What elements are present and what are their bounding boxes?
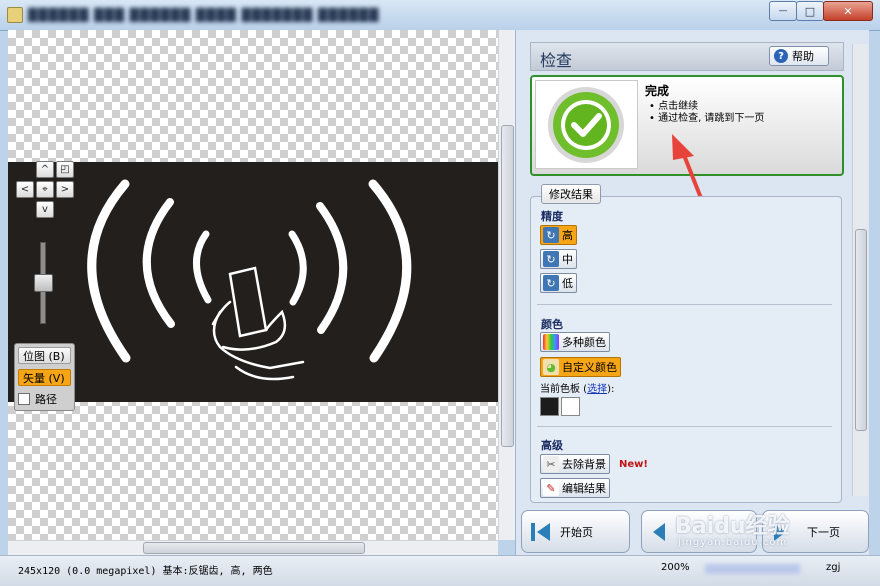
rainbow-icon [543,334,559,350]
checkmark-icon [548,87,624,163]
maximize-icon: □ [804,4,816,18]
vector-mode-label: 矢量 (V) [23,371,65,385]
path-label: 路径 [35,393,57,406]
image-canvas[interactable]: ^ ◰ < ⌖ > v 位图 (B) 矢量 (V) 路径 [8,30,498,540]
minimize-icon: — [778,6,788,16]
previous-icon [653,523,665,541]
first-page-icon [531,523,550,541]
canvas-horizontal-scrollbar[interactable] [8,540,498,555]
arrow-down-icon: v [42,204,48,215]
precision-low-button[interactable]: ↻ 低 [540,273,577,293]
status-zoom: 200% [661,562,690,573]
pencil-icon: ✎ [543,480,559,496]
palette-icon: ◕ [543,359,559,375]
refresh-icon: ↻ [543,275,559,291]
minimize-button[interactable]: — [769,1,797,21]
nfc-signal-icon [87,179,412,381]
close-icon: ✕ [843,4,853,18]
panel-scrollbar[interactable] [852,44,868,496]
maximize-button[interactable]: □ [796,1,824,21]
pan-left-button[interactable]: < [16,181,34,198]
precision-medium-button[interactable]: ↻ 中 [540,249,577,269]
title-bar: ██████ ███ ██████ ████ ███████ ██████ — … [0,0,880,31]
multi-color-button[interactable]: 多种颜色 [540,332,610,352]
section-divider [537,426,832,427]
eraser-icon: ✂ [543,456,559,472]
remove-background-label: 去除背景 [562,458,606,471]
pan-right-button[interactable]: > [56,181,74,198]
precision-heading: 精度 [541,210,563,223]
next-page-label: 下一页 [807,526,840,539]
color-heading: 颜色 [541,318,563,331]
precision-high-label: 高 [562,229,573,242]
check-image [535,80,638,169]
custom-color-button[interactable]: ◕ 自定义颜色 [540,357,621,377]
path-checkbox[interactable] [18,393,30,405]
status-redacted [705,564,800,574]
current-palette-row: 当前色板 (选择): [540,380,614,395]
palette-select-link[interactable]: 选择 [587,384,607,395]
fit-view-button[interactable]: ⌖ [36,181,54,198]
palette-prefix: 当前色板 ( [540,384,588,395]
canvas-horizontal-scroll-thumb[interactable] [143,542,365,554]
canvas-vertical-scroll-thumb[interactable] [501,125,514,447]
path-toggle[interactable]: 路径 [18,391,57,407]
edit-result-label: 编辑结果 [562,482,606,495]
arrow-left-icon: < [20,184,30,195]
view-mode-panel: 位图 (B) 矢量 (V) 路径 [14,343,75,411]
done-bullet-text: 通过检查, 请跳到下一页 [658,113,765,124]
app-icon [7,7,23,23]
new-badge: New! [619,459,648,470]
arrow-up-icon: ^ [40,164,50,175]
section-divider [537,304,832,305]
color-swatch-white[interactable] [561,397,580,416]
bitmap-mode-label: 位图 (B) [23,349,65,363]
bitmap-mode-button[interactable]: 位图 (B) [18,347,71,364]
status-bar: 245x120 (0.0 megapixel) 基本:反锯齿, 高, 两色 20… [0,555,880,586]
refresh-icon: ↻ [543,227,559,243]
color-swatch-black[interactable] [540,397,559,416]
window-title: ██████ ███ ██████ ████ ███████ ██████ [28,8,380,22]
precision-medium-label: 中 [562,253,573,266]
watermark: Baidu经验 [675,514,790,539]
panel-title: 检查 [540,51,573,70]
start-page-label: 开始页 [560,526,593,539]
palette-suffix: ): [607,384,615,395]
precision-high-button[interactable]: ↻ 高 [540,225,577,245]
close-button[interactable]: ✕ [823,1,873,21]
advanced-heading: 高级 [541,439,563,452]
zoom-box-button[interactable]: ◰ [56,161,74,178]
panel-scroll-thumb[interactable] [855,229,867,431]
results-group-label: 修改结果 [541,184,601,204]
zoom-slider-thumb[interactable] [34,274,53,292]
remove-background-button[interactable]: ✂ 去除背景 [540,454,610,474]
help-button[interactable]: ? 帮助 [769,46,829,66]
arrow-right-icon: > [60,184,70,195]
done-bullet: • 通过检查, 请跳到下一页 [649,113,765,124]
watermark-url: jingyan.baidu.com [678,537,788,548]
pan-up-button[interactable]: ^ [36,161,54,178]
image-preview [8,162,498,402]
pan-down-button[interactable]: v [36,201,54,218]
edit-result-button[interactable]: ✎ 编辑结果 [540,478,610,498]
vector-mode-button[interactable]: 矢量 (V) [18,369,71,386]
help-icon: ? [774,49,788,63]
help-label: 帮助 [792,50,814,63]
canvas-vertical-scrollbar[interactable] [498,30,515,540]
zoom-box-icon: ◰ [60,164,70,175]
status-user: zgj [826,562,841,573]
multi-color-label: 多种颜色 [562,336,606,349]
precision-low-label: 低 [562,277,573,290]
custom-color-label: 自定义颜色 [562,361,617,374]
start-page-button[interactable]: 开始页 [521,510,630,553]
fit-view-icon: ⌖ [42,184,48,195]
refresh-icon: ↻ [543,251,559,267]
status-info: 245x120 (0.0 megapixel) 基本:反锯齿, 高, 两色 [18,566,273,577]
